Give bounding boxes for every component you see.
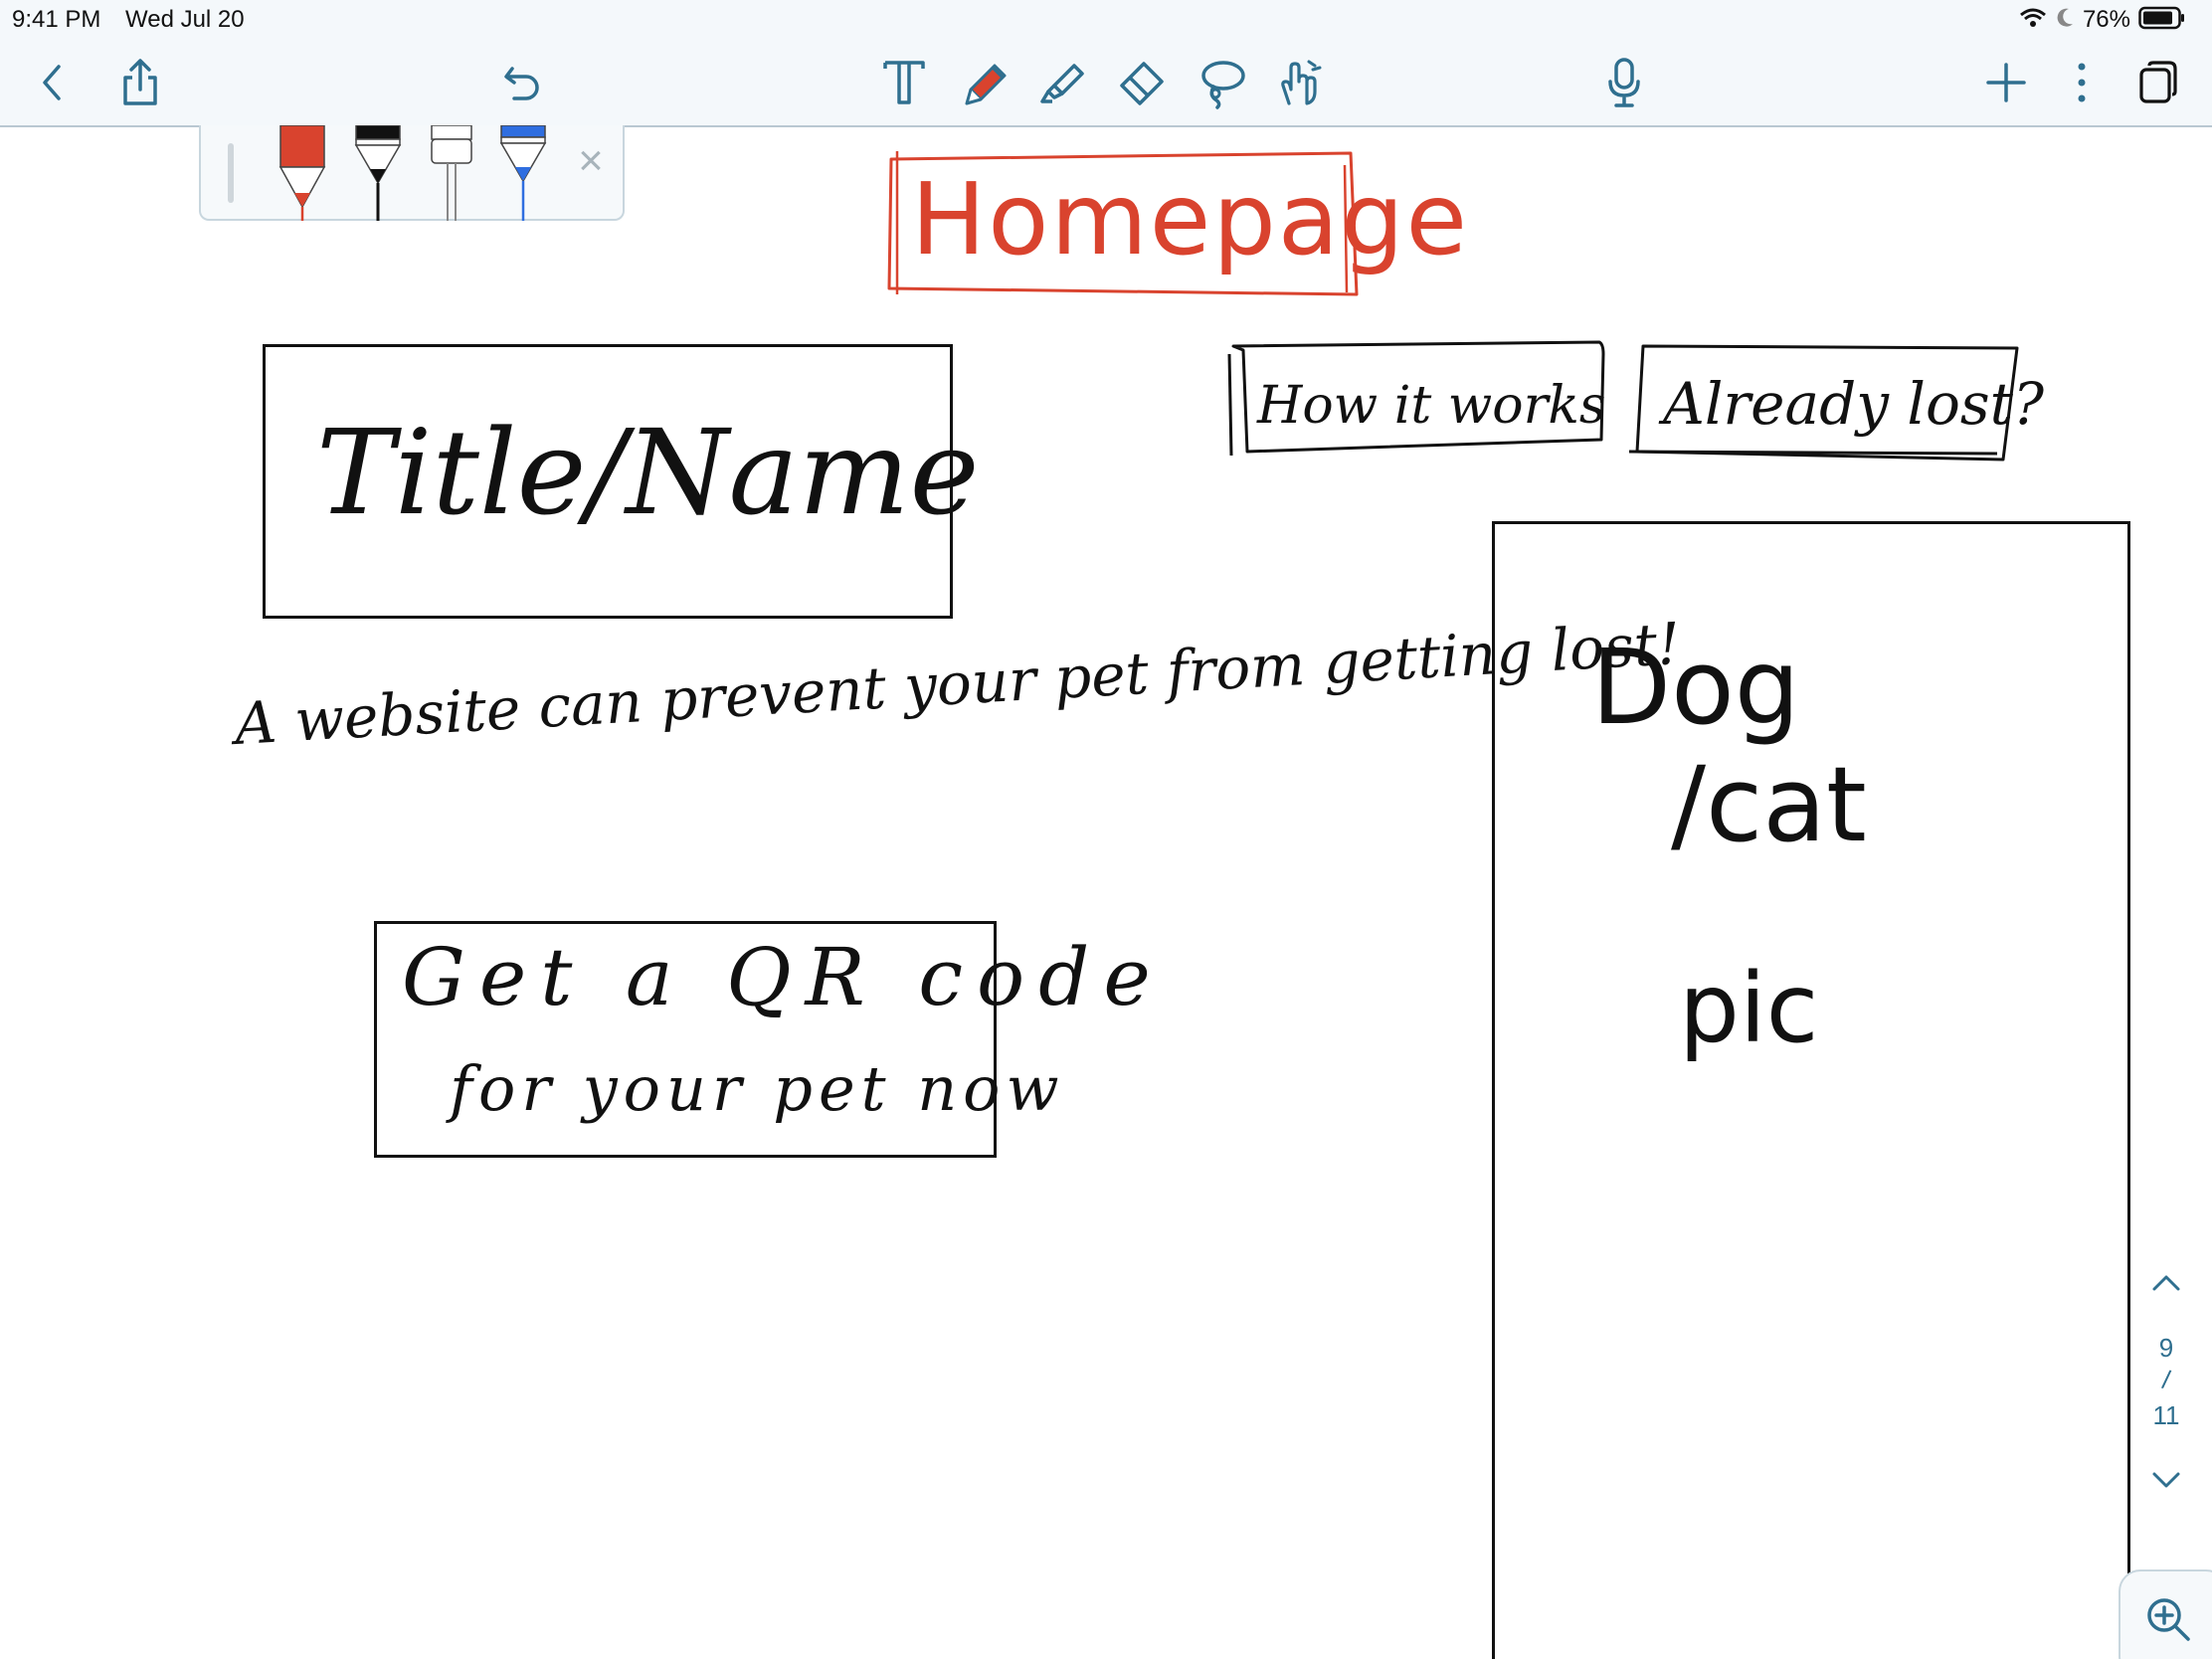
pen-tool-button[interactable] — [957, 54, 1014, 111]
battery-icon — [2138, 6, 2186, 35]
toolbar — [0, 40, 2212, 127]
status-time: 9:41 PM — [12, 6, 101, 33]
zoom-in-icon — [2147, 1598, 2190, 1641]
microphone-button[interactable] — [1595, 54, 1653, 111]
page-heading: Homepage — [911, 161, 1470, 277]
wifi-icon — [2019, 7, 2047, 34]
pen-tool-icon — [965, 64, 1007, 105]
note-app-window: 9:41 PM Wed Jul 20 76% × Homepage Title/… — [0, 0, 2212, 1659]
hand-pointer-icon — [1281, 60, 1322, 105]
back-icon — [43, 65, 61, 100]
image-label-cat: /cat — [1671, 744, 1867, 865]
text-tool-button[interactable] — [875, 54, 933, 111]
current-page-number: 9 — [2158, 1333, 2174, 1363]
note-canvas[interactable]: Homepage Title/Name How it works Already… — [0, 127, 2212, 1659]
zoom-button[interactable] — [2119, 1569, 2212, 1659]
more-button[interactable] — [2053, 54, 2111, 111]
chevron-up-icon[interactable] — [2150, 1271, 2182, 1293]
page-separator: / — [2159, 1364, 2173, 1395]
pointer-tool-button[interactable] — [1271, 54, 1329, 111]
cta-line-1: Get a QR code — [402, 931, 1165, 1023]
more-icon — [2078, 63, 2086, 102]
status-date: Wed Jul 20 — [125, 6, 245, 33]
pet-image-placeholder — [1492, 521, 2130, 1659]
pages-icon — [2139, 61, 2177, 103]
title-box-label: Title/Name — [316, 404, 980, 541]
add-icon — [1986, 63, 2026, 102]
highlighter-tool-button[interactable] — [1034, 54, 1092, 111]
total-page-count: 11 — [2152, 1400, 2180, 1430]
share-icon — [123, 59, 157, 105]
add-button[interactable] — [1977, 54, 2035, 111]
tagline-text: A website can prevent your pet from gett… — [233, 609, 1683, 758]
undo-button[interactable] — [493, 54, 551, 111]
lasso-tool-icon — [1201, 61, 1245, 109]
cta-line-2: for your pet now — [450, 1052, 1065, 1125]
eraser-tool-icon — [1120, 62, 1164, 105]
lasso-tool-button[interactable] — [1194, 54, 1251, 111]
undo-icon — [504, 67, 539, 100]
eraser-tool-button[interactable] — [1114, 54, 1172, 111]
nav-link-already-lost[interactable]: Already lost? — [1663, 370, 2044, 438]
page-navigator: 9 / 11 — [2136, 1261, 2196, 1500]
text-tool-icon — [883, 61, 925, 104]
back-button[interactable] — [24, 54, 82, 111]
moon-icon — [2055, 7, 2075, 34]
pages-button[interactable] — [2128, 54, 2186, 111]
battery-percent: 76% — [2082, 6, 2130, 33]
microphone-icon — [1608, 58, 1640, 107]
status-indicators: 76% — [2019, 6, 2186, 34]
image-label-pic: pic — [1679, 953, 1819, 1064]
share-button[interactable] — [111, 54, 169, 111]
status-bar: 9:41 PM Wed Jul 20 76% — [0, 0, 2212, 40]
highlighter-tool-icon — [1040, 64, 1084, 103]
image-label-dog: Dog — [1591, 627, 1800, 748]
nav-link-how-it-works[interactable]: How it works — [1257, 376, 1606, 436]
chevron-down-icon[interactable] — [2150, 1470, 2182, 1492]
